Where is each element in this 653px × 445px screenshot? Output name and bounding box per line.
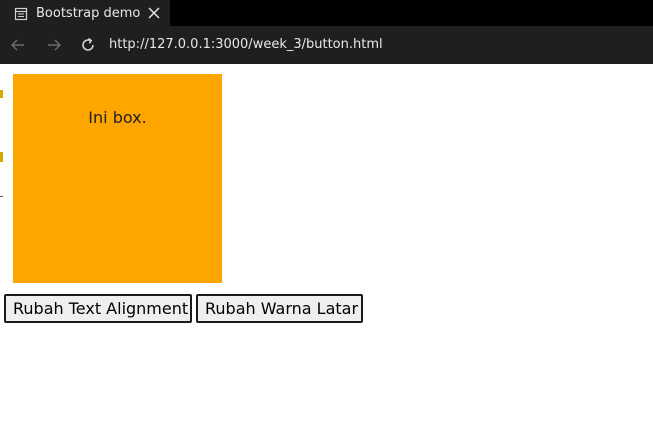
browser-window: Bootstrap demo http://127.0.0.1:3000/wee… xyxy=(0,0,653,445)
background-window-edge xyxy=(0,90,3,98)
background-window-edge xyxy=(0,196,3,197)
close-icon[interactable] xyxy=(147,5,161,19)
orange-box: Ini box. xyxy=(13,74,222,283)
tab-title: Bootstrap demo xyxy=(36,5,141,21)
reload-icon[interactable] xyxy=(78,35,98,55)
browser-tab[interactable]: Bootstrap demo xyxy=(0,0,170,26)
box-text: Ini box. xyxy=(88,108,147,127)
address-bar[interactable]: http://127.0.0.1:3000/week_3/button.html xyxy=(109,35,383,55)
change-text-alignment-button[interactable]: Rubah Text Alignment xyxy=(4,294,192,323)
browser-toolbar: http://127.0.0.1:3000/week_3/button.html xyxy=(0,26,653,64)
change-background-color-button[interactable]: Rubah Warna Latar xyxy=(196,294,363,323)
background-window-edge xyxy=(0,152,3,162)
page-icon xyxy=(14,6,28,21)
tab-strip: Bootstrap demo xyxy=(0,0,653,26)
forward-arrow-icon[interactable] xyxy=(44,35,64,55)
back-arrow-icon[interactable] xyxy=(8,35,28,55)
page-viewport: Ini box. Rubah Text Alignment Rubah Warn… xyxy=(4,64,653,445)
